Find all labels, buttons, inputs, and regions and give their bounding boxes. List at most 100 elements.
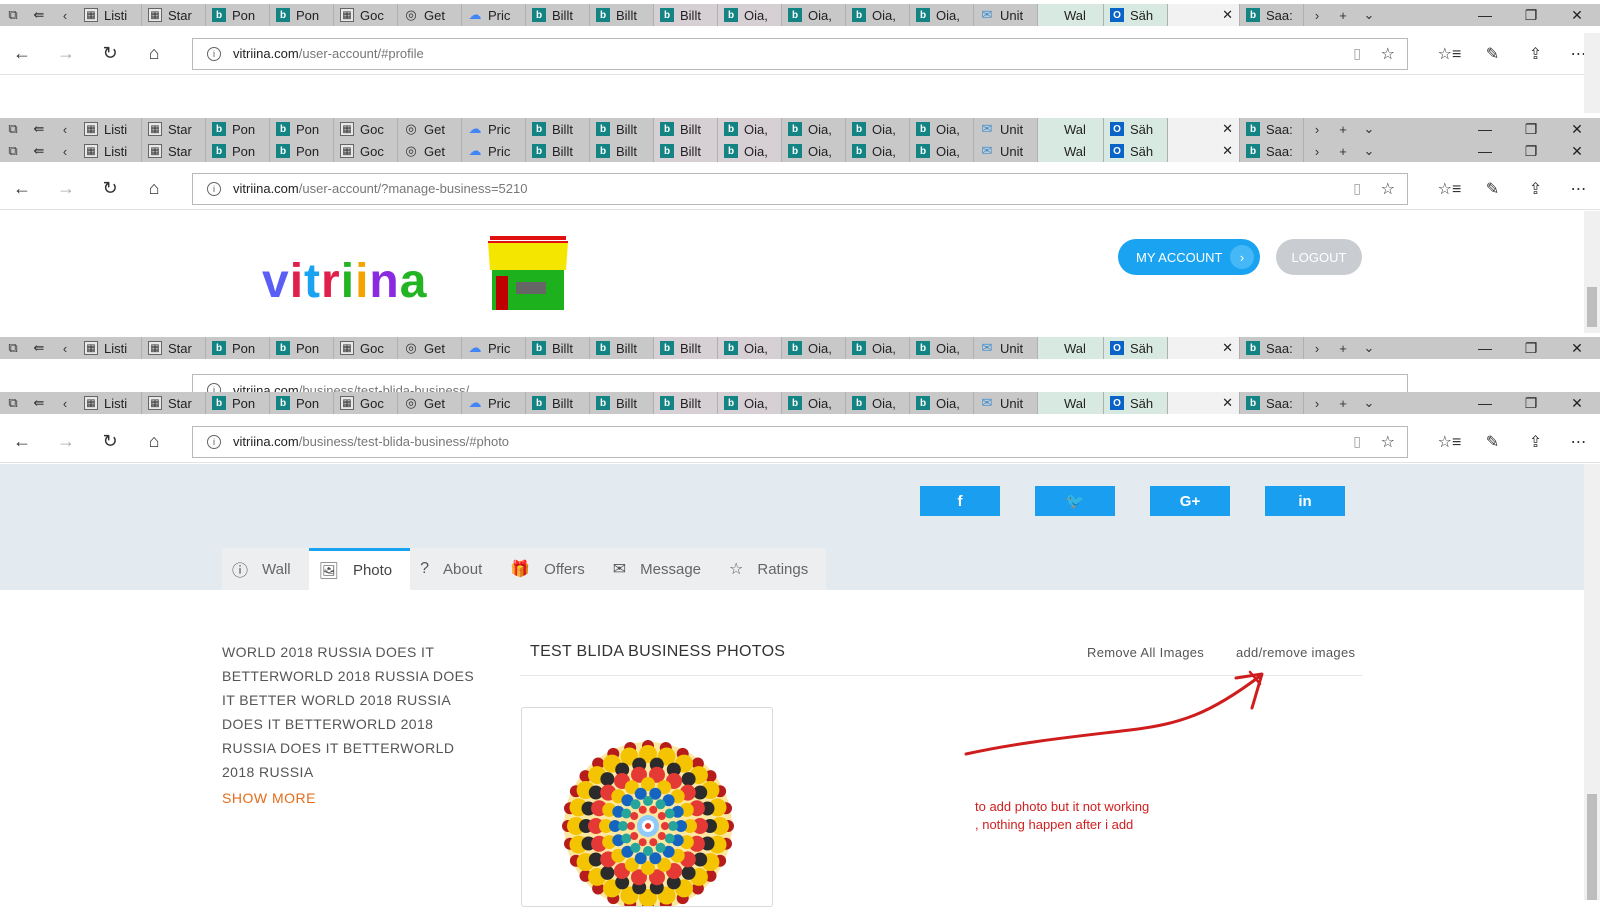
browser-tab[interactable]: ◎ Get xyxy=(398,140,462,162)
my-account-button[interactable]: MY ACCOUNT › xyxy=(1118,239,1260,275)
browser-tab[interactable]: ✕ xyxy=(1168,118,1240,140)
add-remove-images-link[interactable]: add/remove images xyxy=(1236,645,1355,660)
browser-tab[interactable]: ✉ Unit xyxy=(974,392,1038,414)
browser-tab[interactable]: b Billt xyxy=(526,4,590,26)
tab-actions-icon[interactable]: ⧉ xyxy=(0,395,26,411)
restore-icon[interactable]: ❐ xyxy=(1508,143,1554,160)
browser-tab[interactable]: ▦ Goc xyxy=(334,140,398,162)
home-icon[interactable]: ⌂ xyxy=(132,178,176,199)
site-logo[interactable]: vitriina xyxy=(262,254,427,309)
tab-list-chevron-icon[interactable]: ⌄ xyxy=(1356,121,1382,137)
share-icon[interactable]: ⇪ xyxy=(1514,179,1557,199)
tab-actions-icon[interactable]: ⧉ xyxy=(0,340,26,356)
browser-tab[interactable]: ✕ xyxy=(1168,392,1240,414)
browser-tab[interactable]: b Oia, xyxy=(910,337,974,359)
restore-icon[interactable]: ❐ xyxy=(1508,395,1554,412)
favorite-star-icon[interactable]: ☆ xyxy=(1381,432,1395,452)
new-tab-icon[interactable]: + xyxy=(1330,122,1356,137)
browser-tab[interactable]: ✉ Unit xyxy=(974,4,1038,26)
browser-tab[interactable]: b Billt xyxy=(590,4,654,26)
browser-tab[interactable]: b Oia, xyxy=(846,118,910,140)
tab-scroll-right-icon[interactable]: › xyxy=(1304,396,1330,411)
browser-tab[interactable]: ✉ Unit xyxy=(974,140,1038,162)
back-icon[interactable]: ← xyxy=(0,431,44,452)
browser-tab[interactable]: b Oia, xyxy=(910,118,974,140)
scrollbar[interactable] xyxy=(1584,211,1600,333)
minimize-icon[interactable]: — xyxy=(1462,121,1508,137)
tab-scroll-left-icon[interactable]: ‹ xyxy=(52,122,78,137)
browser-tab[interactable]: ◎ Get xyxy=(398,4,462,26)
minimize-icon[interactable]: — xyxy=(1462,7,1508,23)
more-icon[interactable]: ⋯ xyxy=(1557,179,1600,199)
favorites-list-icon[interactable]: ☆≡ xyxy=(1428,432,1471,452)
browser-tab[interactable]: b Billt xyxy=(590,337,654,359)
close-window-icon[interactable]: ✕ xyxy=(1554,121,1600,138)
browser-tab[interactable]: ✉ Unit xyxy=(974,337,1038,359)
browser-tab[interactable]: O Säh xyxy=(1104,4,1168,26)
browser-tab[interactable]: b Billt xyxy=(654,392,718,414)
browser-tab[interactable]: b Billt xyxy=(526,392,590,414)
tab-scroll-right-icon[interactable]: › xyxy=(1304,122,1330,137)
refresh-icon[interactable]: ↻ xyxy=(88,178,132,199)
browser-tab[interactable]: b Pon xyxy=(206,4,270,26)
browser-tab[interactable]: O Säh xyxy=(1104,140,1168,162)
browser-tab[interactable]: b Oia, xyxy=(718,118,782,140)
browser-tab[interactable]: b Saa: xyxy=(1240,118,1304,140)
browser-tab[interactable]: ▦ Star xyxy=(142,4,206,26)
close-window-icon[interactable]: ✕ xyxy=(1554,143,1600,160)
browser-tab[interactable]: b Pon xyxy=(270,392,334,414)
forward-icon[interactable]: → xyxy=(44,178,88,199)
browser-tab[interactable]: Wal xyxy=(1038,337,1104,359)
tab-actions-icon[interactable]: ⧉ xyxy=(0,143,26,159)
browser-tab[interactable]: ◎ Get xyxy=(398,118,462,140)
scrollbar[interactable] xyxy=(1584,33,1600,113)
browser-tab[interactable]: ◎ Get xyxy=(398,337,462,359)
close-tab-icon[interactable]: ✕ xyxy=(1222,143,1233,159)
browser-tab[interactable]: ✕ xyxy=(1168,4,1240,26)
refresh-icon[interactable]: ↻ xyxy=(88,43,132,64)
browser-tab[interactable]: ▦ Listi xyxy=(78,4,142,26)
back-icon[interactable]: ← xyxy=(0,43,44,64)
address-bar[interactable]: i vitriina.com/user-account/?manage-busi… xyxy=(192,172,1408,205)
set-aside-tabs-icon[interactable]: ⇚ xyxy=(26,143,52,159)
browser-tab[interactable]: ▦ Star xyxy=(142,140,206,162)
browser-tab[interactable]: b Oia, xyxy=(846,140,910,162)
close-window-icon[interactable]: ✕ xyxy=(1554,395,1600,412)
browser-tab[interactable]: b Oia, xyxy=(782,118,846,140)
browser-tab[interactable]: b Pon xyxy=(270,4,334,26)
close-tab-icon[interactable]: ✕ xyxy=(1222,340,1233,356)
address-bar[interactable]: i vitriina.com/business/test-blida-busin… xyxy=(192,425,1408,458)
browser-tab[interactable]: ☁ Pric xyxy=(462,4,526,26)
site-info-icon[interactable]: i xyxy=(207,383,221,392)
browser-tab[interactable]: b Pon xyxy=(206,118,270,140)
restore-icon[interactable]: ❐ xyxy=(1508,121,1554,138)
browser-tab[interactable]: ▦ Listi xyxy=(78,392,142,414)
remove-all-images-link[interactable]: Remove All Images xyxy=(1087,645,1204,660)
refresh-icon[interactable]: ↻ xyxy=(88,431,132,452)
tab-list-chevron-icon[interactable]: ⌄ xyxy=(1356,395,1382,411)
close-window-icon[interactable]: ✕ xyxy=(1554,340,1600,357)
tab-scroll-left-icon[interactable]: ‹ xyxy=(52,396,78,411)
browser-tab[interactable]: ✕ xyxy=(1168,140,1240,162)
close-tab-icon[interactable]: ✕ xyxy=(1222,121,1233,137)
browser-tab[interactable]: b Oia, xyxy=(718,392,782,414)
browser-tab[interactable]: b Saa: xyxy=(1240,4,1304,26)
linkedin-button[interactable]: in xyxy=(1265,486,1345,516)
browser-tab[interactable]: O Säh xyxy=(1104,392,1168,414)
tab-scroll-right-icon[interactable]: › xyxy=(1304,144,1330,159)
browser-tab[interactable]: b Billt xyxy=(526,140,590,162)
browser-tab[interactable]: b Billt xyxy=(654,4,718,26)
browser-tab[interactable]: Wal xyxy=(1038,392,1104,414)
browser-tab[interactable]: b Oia, xyxy=(718,337,782,359)
more-icon[interactable]: ⋯ xyxy=(1557,432,1600,452)
close-tab-icon[interactable]: ✕ xyxy=(1222,395,1233,411)
address-bar[interactable]: i vitriina.com/user-account/#profile ▯ ☆ xyxy=(192,37,1408,70)
twitter-button[interactable]: 🐦 xyxy=(1035,486,1115,516)
browser-tab[interactable]: b Oia, xyxy=(846,337,910,359)
tab-actions-icon[interactable]: ⧉ xyxy=(0,121,26,137)
browser-tab[interactable]: b Billt xyxy=(654,337,718,359)
reading-view-icon[interactable]: ▯ xyxy=(1353,180,1361,197)
browser-tab[interactable]: b Pon xyxy=(206,392,270,414)
browser-tab[interactable]: O Säh xyxy=(1104,337,1168,359)
browser-tab[interactable]: b Oia, xyxy=(910,4,974,26)
